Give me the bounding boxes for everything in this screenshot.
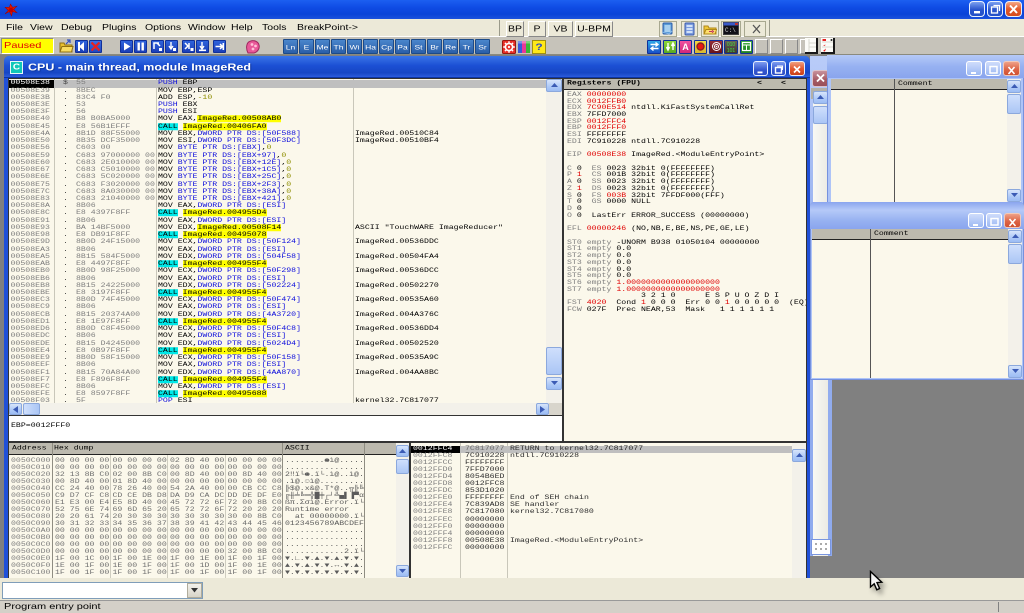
svg-text:C:\: C:\ (725, 27, 736, 34)
